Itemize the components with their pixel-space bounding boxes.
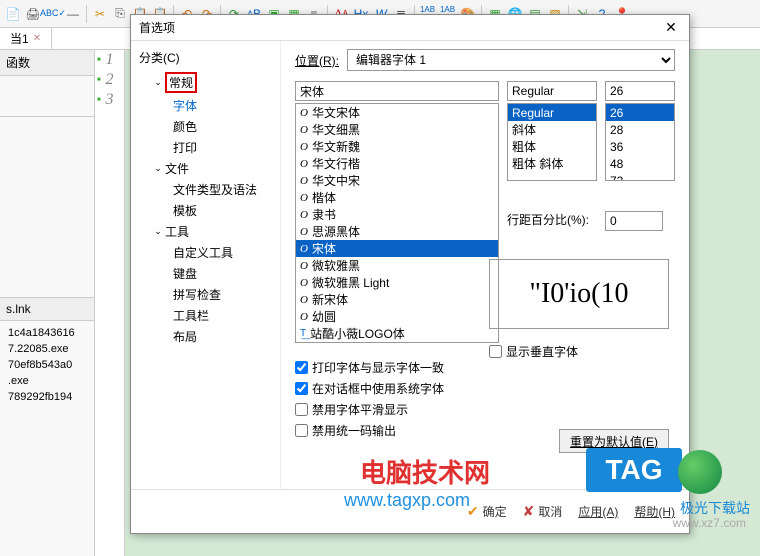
help-button[interactable]: 帮助(H) bbox=[634, 503, 675, 520]
font-name-input[interactable] bbox=[295, 81, 499, 101]
style-item[interactable]: 粗体 斜体 bbox=[508, 155, 596, 172]
dlg-sysfont-checkbox[interactable] bbox=[295, 382, 308, 395]
recent-item[interactable]: 7.22085.exe bbox=[4, 341, 90, 357]
tree-color[interactable]: 颜色 bbox=[139, 116, 272, 137]
cross-icon: ✘ bbox=[523, 503, 535, 520]
apply-button[interactable]: 应用(A) bbox=[578, 503, 618, 520]
position-label: 位置(R): bbox=[295, 52, 339, 69]
no-smooth-checkbox[interactable] bbox=[295, 403, 308, 416]
category-panel: 分类(C) ⌄常规 字体 颜色 打印 ⌄文件 文件类型及语法 模板 ⌄工具 自定… bbox=[131, 41, 281, 489]
tree-layout[interactable]: 布局 bbox=[139, 326, 272, 347]
hr-icon[interactable]: — bbox=[64, 5, 82, 23]
no-unicode-checkbox[interactable] bbox=[295, 424, 308, 437]
font-preview: "I0'io(10 bbox=[489, 259, 669, 329]
watermark-text-2: 极光下载站 bbox=[680, 498, 750, 518]
spell-icon[interactable]: ABC✓ bbox=[44, 5, 62, 23]
tree-spellcheck[interactable]: 拼写检查 bbox=[139, 284, 272, 305]
line-number: 2 bbox=[95, 70, 124, 90]
font-item[interactable]: O幼圆 bbox=[296, 308, 498, 325]
tag-badge: TAG bbox=[586, 448, 682, 492]
logo-circle-icon bbox=[678, 450, 722, 494]
font-item[interactable]: O华文行楷 bbox=[296, 155, 498, 172]
line-gutter: 1 2 3 bbox=[95, 50, 125, 556]
tree-template[interactable]: 模板 bbox=[139, 200, 272, 221]
no-smooth-label: 禁用字体平滑显示 bbox=[312, 401, 408, 418]
sidebar-functions-header[interactable]: 函数 bbox=[0, 50, 94, 76]
size-item-selected[interactable]: 26 bbox=[606, 104, 674, 121]
print-same-label: 打印字体与显示字体一致 bbox=[312, 359, 444, 376]
chevron-down-icon[interactable]: ⌄ bbox=[153, 226, 163, 237]
cancel-button[interactable]: ✘取消 bbox=[523, 503, 563, 520]
category-tree[interactable]: ⌄常规 字体 颜色 打印 ⌄文件 文件类型及语法 模板 ⌄工具 自定义工具 键盘… bbox=[139, 70, 272, 347]
dialog-titlebar: 首选项 ✕ bbox=[131, 15, 689, 41]
size-input[interactable] bbox=[605, 81, 675, 101]
spacing-label: 行距百分比(%): bbox=[507, 211, 589, 228]
style-item[interactable]: 斜体 bbox=[508, 121, 596, 138]
settings-panel: 位置(R): 编辑器字体 1 O华文宋体 O华文细黑 O华文新魏 O华文行楷 O… bbox=[281, 41, 689, 489]
copy-icon[interactable]: ⎘ bbox=[111, 5, 129, 23]
recent-item[interactable]: 1c4a1843616 bbox=[4, 325, 90, 341]
tree-font[interactable]: 字体 bbox=[139, 95, 272, 116]
recent-item[interactable]: 70ef8b543a0 bbox=[4, 357, 90, 373]
style-item[interactable]: 粗体 bbox=[508, 138, 596, 155]
tree-file[interactable]: ⌄文件 bbox=[139, 158, 272, 179]
font-item[interactable]: O楷体 bbox=[296, 189, 498, 206]
dialog-title: 首选项 bbox=[139, 19, 175, 36]
font-item[interactable]: O华文新魏 bbox=[296, 138, 498, 155]
recent-item[interactable]: .exe bbox=[4, 373, 90, 389]
category-label: 分类(C) bbox=[139, 49, 272, 66]
new-icon[interactable]: 📄 bbox=[4, 5, 22, 23]
chevron-down-icon[interactable]: ⌄ bbox=[153, 163, 163, 174]
sidebar-panel: 函数 s.lnk 1c4a1843616 7.22085.exe 70ef8b5… bbox=[0, 50, 95, 556]
size-listbox[interactable]: 26 28 36 48 72 bbox=[605, 103, 675, 181]
size-item[interactable]: 72 bbox=[606, 172, 674, 181]
close-icon[interactable]: ✕ bbox=[661, 18, 681, 38]
watermark-text-1: 电脑技术网 bbox=[360, 453, 490, 490]
sidebar-lnk-header[interactable]: s.lnk bbox=[0, 298, 94, 321]
close-tab-icon[interactable]: ✕ bbox=[33, 33, 41, 44]
font-item[interactable]: T͟站酷小薇LOGO体 bbox=[296, 325, 498, 342]
chevron-down-icon[interactable]: ⌄ bbox=[153, 77, 163, 88]
tree-tools[interactable]: ⌄工具 bbox=[139, 221, 272, 242]
font-item[interactable]: O华文细黑 bbox=[296, 121, 498, 138]
doc-tab-label: 当1 bbox=[10, 30, 29, 47]
tree-customtools[interactable]: 自定义工具 bbox=[139, 242, 272, 263]
doc-tab-1[interactable]: 当1 ✕ bbox=[0, 28, 52, 50]
tree-keyboard[interactable]: 键盘 bbox=[139, 263, 272, 284]
spacing-input[interactable] bbox=[605, 211, 663, 231]
tree-toolbar[interactable]: 工具栏 bbox=[139, 305, 272, 326]
position-select[interactable]: 编辑器字体 1 bbox=[347, 49, 675, 71]
font-item-selected[interactable]: O宋体 bbox=[296, 240, 498, 257]
font-item[interactable]: O华文中宋 bbox=[296, 172, 498, 189]
style-item-selected[interactable]: Regular bbox=[508, 104, 596, 121]
font-item[interactable]: O新宋体 bbox=[296, 291, 498, 308]
print-same-checkbox[interactable] bbox=[295, 361, 308, 374]
recent-item[interactable]: 789292fb194 bbox=[4, 389, 90, 405]
style-input[interactable] bbox=[507, 81, 597, 101]
size-item[interactable]: 28 bbox=[606, 121, 674, 138]
no-unicode-label: 禁用统一码输出 bbox=[312, 422, 396, 439]
font-item[interactable]: O微软雅黑 Light bbox=[296, 274, 498, 291]
font-item[interactable]: O隶书 bbox=[296, 206, 498, 223]
vertical-font-label: 显示垂直字体 bbox=[506, 343, 578, 360]
cut-icon[interactable]: ✂ bbox=[91, 5, 109, 23]
dlg-sysfont-label: 在对话框中使用系统字体 bbox=[312, 380, 444, 397]
size-item[interactable]: 36 bbox=[606, 138, 674, 155]
line-number: 3 bbox=[95, 90, 124, 110]
font-item[interactable]: O微软雅黑 bbox=[296, 257, 498, 274]
vertical-font-checkbox[interactable] bbox=[489, 345, 502, 358]
ok-button[interactable]: ✔确定 bbox=[467, 503, 507, 520]
watermark-url-2: www.xz7.com bbox=[673, 516, 746, 530]
size-item[interactable]: 48 bbox=[606, 155, 674, 172]
font-item[interactable]: O华文宋体 bbox=[296, 104, 498, 121]
sidebar-recent-list: 1c4a1843616 7.22085.exe 70ef8b543a0 .exe… bbox=[0, 321, 94, 556]
tree-general[interactable]: ⌄常规 bbox=[139, 70, 272, 95]
font-item[interactable]: O思源黑体 bbox=[296, 223, 498, 240]
tree-print[interactable]: 打印 bbox=[139, 137, 272, 158]
watermark-url-1: www.tagxp.com bbox=[344, 490, 470, 511]
font-listbox[interactable]: O华文宋体 O华文细黑 O华文新魏 O华文行楷 O华文中宋 O楷体 O隶书 O思… bbox=[295, 103, 499, 343]
style-listbox[interactable]: Regular 斜体 粗体 粗体 斜体 bbox=[507, 103, 597, 181]
line-number: 1 bbox=[95, 50, 124, 70]
tree-filetype[interactable]: 文件类型及语法 bbox=[139, 179, 272, 200]
